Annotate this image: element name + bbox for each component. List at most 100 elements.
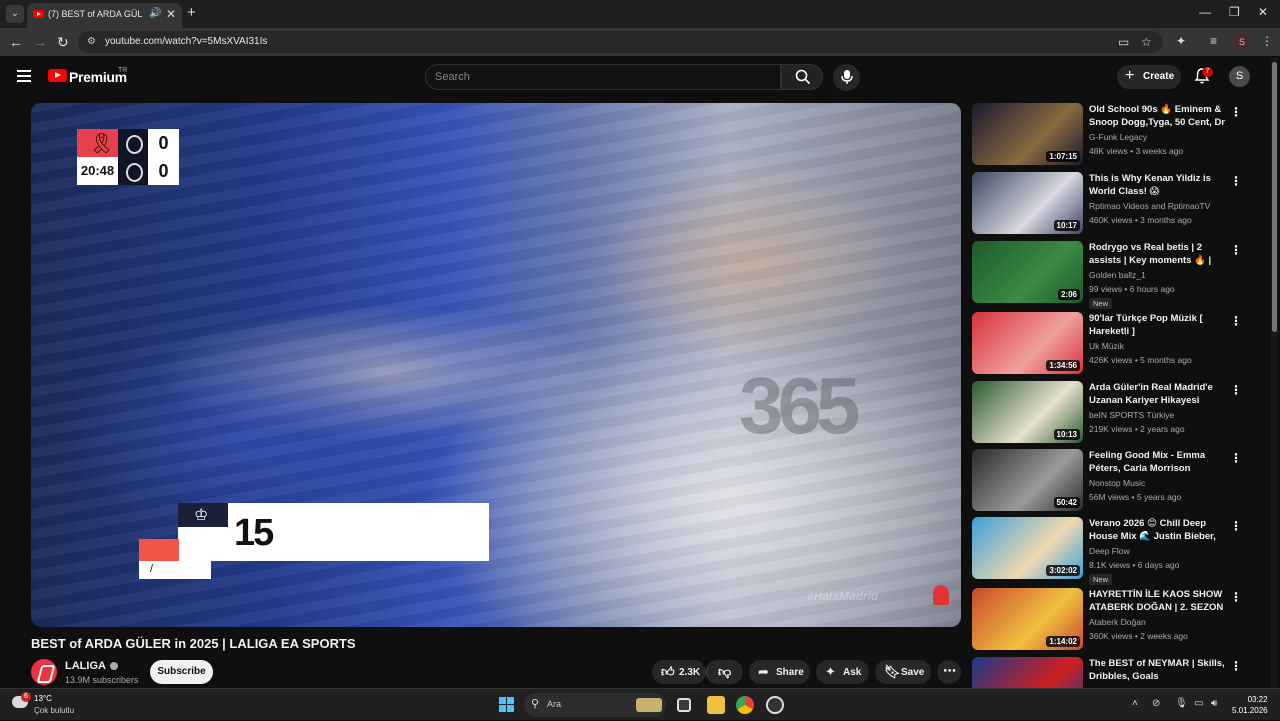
app-icon[interactable] [766, 696, 784, 714]
page-scrollbar[interactable] [1271, 58, 1278, 688]
more-vertical-icon[interactable]: ⋮ [1230, 451, 1242, 465]
more-vertical-icon[interactable]: ⋮ [1230, 519, 1242, 533]
recommendation-title[interactable]: Arda Güler'in Real Madrid'e Uzanan Kariy… [1089, 381, 1225, 407]
recommendation-title[interactable]: HAYRETTİN İLE KAOS SHOW ATABERK DOĞAN | … [1089, 588, 1225, 614]
recommendation-channel[interactable]: beIN SPORTS Türkiye [1089, 410, 1174, 420]
channel-name-text[interactable]: LALIGA [65, 660, 106, 672]
more-vertical-icon[interactable]: ⋮ [1230, 590, 1242, 604]
omnibox[interactable]: ⚙ youtube.com/watch?v=5MsXVAI31Is ▭ ☆ [78, 31, 1163, 53]
like-button[interactable]: 👍︎ 2.3K [652, 660, 706, 684]
microphone-tray-icon[interactable]: 🎙︎ [1175, 698, 1188, 709]
system-clock[interactable]: 03:22 5.01.2026 [1232, 694, 1268, 716]
video-thumbnail[interactable]: 10:13 [972, 381, 1083, 443]
tray-overflow-icon[interactable]: ˄ [1132, 698, 1138, 709]
cast-icon[interactable]: ▭ [1118, 35, 1129, 49]
file-explorer-icon[interactable] [707, 696, 725, 714]
restore-icon[interactable]: ❐ [1229, 5, 1240, 19]
bookmark-star-icon[interactable]: ☆ [1141, 35, 1152, 49]
thumbs-down-icon: 👎︎ [718, 664, 732, 679]
taskbar-search[interactable]: ⚲ Ara [524, 693, 666, 717]
account-avatar[interactable]: S [1229, 66, 1250, 87]
tab-search-button[interactable]: ⌄ [6, 5, 24, 23]
search-input[interactable]: Search [425, 64, 781, 90]
url-text[interactable]: youtube.com/watch?v=5MsXVAI31Is [105, 36, 267, 47]
hashtag-watermark: #HalaMadrid [807, 589, 879, 603]
network-off-icon[interactable]: ⊘ [1152, 698, 1160, 709]
recommendation-channel[interactable]: Uk Müzik [1089, 341, 1124, 351]
recommendation-card[interactable]: 2:06 Rodrygo vs Real betis | 2 assists | … [972, 241, 1262, 309]
display-icon[interactable]: ▭ [1194, 698, 1203, 709]
recommendation-channel[interactable]: Rptimao Videos and RptimaoTV [1089, 201, 1210, 211]
recommendation-card[interactable]: 10:13 Arda Güler'in Real Madrid'e Uzanan … [972, 381, 1262, 445]
video-thumbnail[interactable]: 2:06 [972, 241, 1083, 303]
site-info-icon[interactable]: ⚙ [87, 36, 99, 48]
windows-start-icon[interactable] [499, 697, 514, 712]
video-thumbnail[interactable]: 1:07:15 [972, 103, 1083, 165]
more-vertical-icon[interactable]: ⋮ [1230, 314, 1242, 328]
reload-icon[interactable]: ↻ [57, 34, 69, 51]
recommendation-card[interactable]: 10:17 This is Why Kenan Yildiz is World C… [972, 172, 1262, 236]
browser-menu-icon[interactable]: ⋮ [1261, 34, 1273, 48]
forward-icon[interactable]: → [33, 34, 47, 50]
more-horizontal-icon: ⋯ [943, 663, 956, 678]
more-vertical-icon[interactable]: ⋮ [1230, 659, 1242, 673]
channel-name[interactable]: LALIGA [65, 660, 118, 672]
speaker-icon[interactable]: 🔊 [149, 8, 161, 19]
reading-list-icon[interactable]: ≡ [1210, 34, 1217, 48]
video-thumbnail[interactable]: 50:42 [972, 449, 1083, 511]
recommendation-card[interactable]: 1:14:02 HAYRETTİN İLE KAOS SHOW ATABERK D… [972, 588, 1262, 652]
recommendation-title[interactable]: The BEST of NEYMAR | Skills, Dribbles, G… [1089, 657, 1225, 683]
recommendation-title[interactable]: This is Why Kenan Yildiz is World Class!… [1089, 172, 1225, 198]
ask-button[interactable]: ✦ Ask [816, 660, 869, 684]
recommendation-meta: 460K views • 3 months ago [1089, 215, 1192, 225]
scrollbar-thumb[interactable] [1272, 62, 1277, 332]
channel-avatar[interactable] [31, 659, 57, 685]
video-thumbnail[interactable]: 10:17 [972, 172, 1083, 234]
weather-condition[interactable]: Çok bulutlu [34, 706, 74, 715]
more-vertical-icon[interactable]: ⋮ [1230, 105, 1242, 119]
back-icon[interactable]: ← [9, 34, 23, 50]
volume-icon[interactable]: 🔊︎ [1211, 698, 1217, 709]
video-player[interactable]: 365 🎗 20:48 0 0 15 / #HalaMadrid [31, 103, 961, 627]
recommendation-card[interactable]: 50:42 Feeling Good Mix - Emma Péters, Car… [972, 449, 1262, 513]
profile-avatar[interactable]: S [1234, 34, 1250, 50]
recommendation-card[interactable]: 1:07:15 Old School 90s 🔥 Eminem & Snoop D… [972, 103, 1262, 167]
recommendation-title[interactable]: Old School 90s 🔥 Eminem & Snoop Dogg,Tyg… [1089, 103, 1225, 129]
youtube-logo-icon[interactable] [48, 69, 67, 82]
voice-search-button[interactable] [833, 64, 860, 91]
more-vertical-icon[interactable]: ⋮ [1230, 383, 1242, 397]
recommendation-channel[interactable]: Ataberk Doğan [1089, 617, 1146, 627]
dislike-button[interactable]: 👎︎ [706, 660, 743, 684]
recommendation-card[interactable]: 3:02:02 Verano 2026 😊 Chill Deep House Mi… [972, 517, 1262, 585]
recommendation-title[interactable]: Feeling Good Mix - Emma Péters, Carla Mo… [1089, 449, 1225, 475]
recommendation-title[interactable]: 90'lar Türkçe Pop Müzik [ Hareketli ] [1089, 312, 1225, 338]
video-thumbnail[interactable]: 1:14:02 [972, 588, 1083, 650]
extensions-icon[interactable]: ✦ [1176, 34, 1186, 48]
recommendation-title[interactable]: Rodrygo vs Real betis | 2 assists | Key … [1089, 241, 1225, 267]
task-view-icon[interactable] [677, 698, 691, 712]
save-button[interactable]: 🔖︎ Save [875, 660, 931, 684]
recommendation-title[interactable]: Verano 2026 😊 Chill Deep House Mix 🌊 Jus… [1089, 517, 1225, 543]
temperature[interactable]: 13°C [34, 694, 52, 703]
search-button[interactable] [781, 64, 823, 90]
close-window-icon[interactable]: ✕ [1258, 5, 1268, 19]
subscribe-button[interactable]: Subscribe [150, 660, 213, 684]
video-thumbnail[interactable]: 3:02:02 [972, 517, 1083, 579]
tab-close-icon[interactable]: ✕ [166, 7, 176, 21]
create-button[interactable]: + Create [1117, 65, 1181, 89]
more-vertical-icon[interactable]: ⋮ [1230, 174, 1242, 188]
new-tab-button[interactable]: + [187, 4, 196, 21]
share-button[interactable]: ➦ Share [749, 660, 810, 684]
more-actions-button[interactable]: ⋯ [937, 660, 961, 684]
menu-icon[interactable] [17, 70, 31, 82]
browser-tab[interactable]: (7) BEST of ARDA GÜLER in 🔊 ✕ [27, 3, 182, 28]
recommendation-channel[interactable]: Deep Flow [1089, 546, 1130, 556]
recommendation-channel[interactable]: Golden ballz_1 [1089, 270, 1146, 280]
recommendation-channel[interactable]: G-Funk Legacy [1089, 132, 1147, 142]
more-vertical-icon[interactable]: ⋮ [1230, 243, 1242, 257]
video-thumbnail[interactable]: 1:34:56 [972, 312, 1083, 374]
chrome-icon[interactable] [736, 696, 754, 714]
recommendation-card[interactable]: 1:34:56 90'lar Türkçe Pop Müzik [ Hareket… [972, 312, 1262, 376]
minimize-icon[interactable]: — [1199, 5, 1211, 19]
recommendation-channel[interactable]: Nonstop Music [1089, 478, 1145, 488]
